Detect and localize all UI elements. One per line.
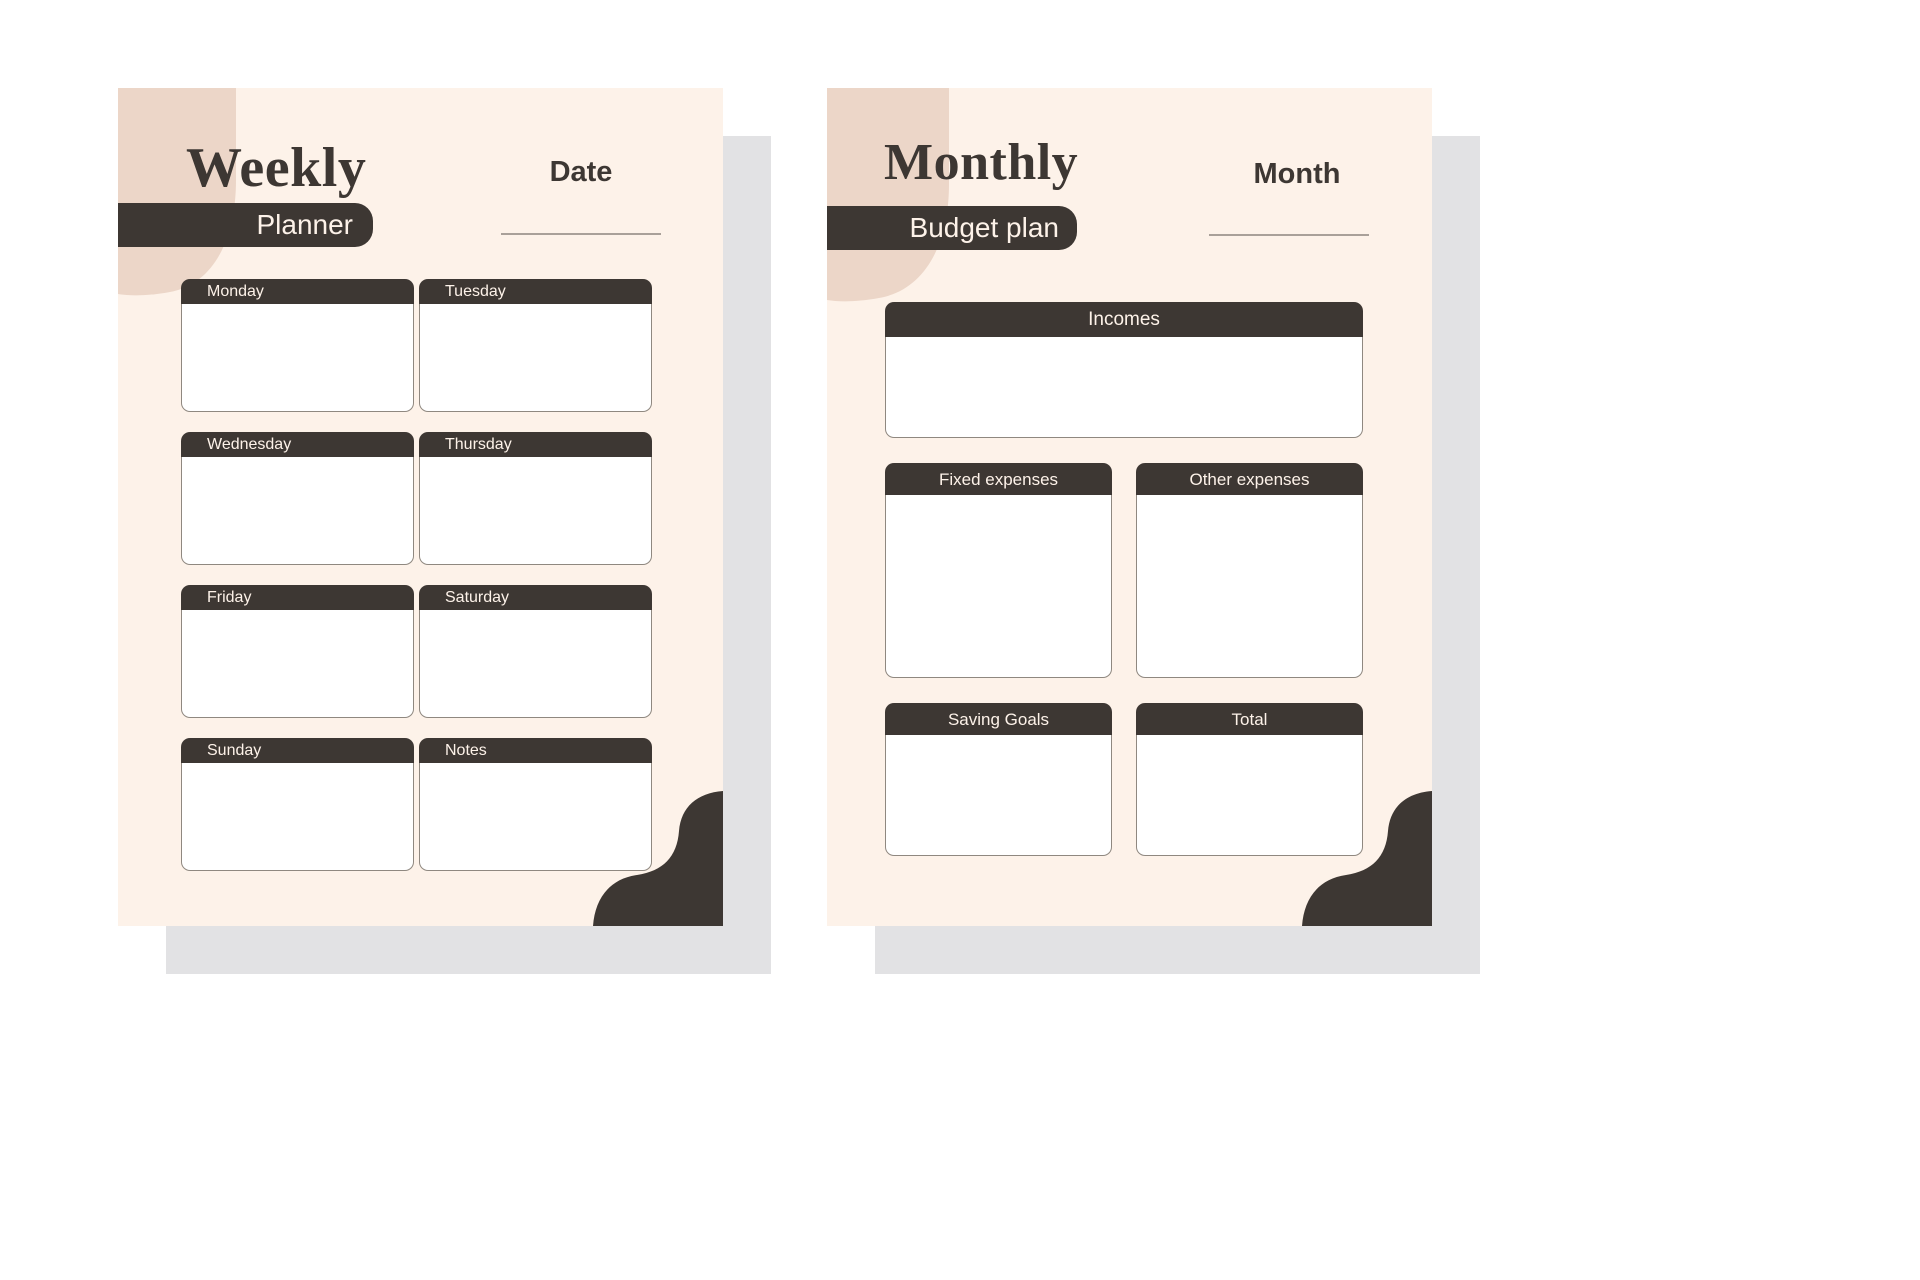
box-writing-area[interactable]	[419, 304, 652, 412]
monthly-card-surface: Monthly Budget plan Month Incomes Fixed …	[827, 88, 1432, 926]
weekly-card-surface: Weekly Planner Date Monday Tuesday Wedne…	[118, 88, 723, 926]
monthly-month-label: Month	[1253, 158, 1341, 190]
box-writing-area[interactable]	[181, 304, 414, 412]
box-writing-area[interactable]	[419, 763, 652, 871]
box-label: Fixed expenses	[938, 469, 1059, 489]
box-label: Monday	[207, 282, 264, 300]
box-writing-area[interactable]	[1136, 735, 1363, 856]
box-label: Incomes	[1088, 309, 1160, 330]
box-header: Wednesday	[181, 432, 414, 457]
planner-sheet: Weekly Planner Date Monday Tuesday Wedne…	[0, 0, 1920, 1280]
box-label: Saving Goals	[947, 709, 1050, 729]
box-tuesday[interactable]: Tuesday	[419, 279, 652, 412]
pink-blob-decoration	[827, 88, 949, 302]
box-incomes[interactable]: Incomes	[885, 302, 1363, 438]
box-saving-goals[interactable]: Saving Goals	[885, 703, 1112, 856]
box-header: Thursday	[419, 432, 652, 457]
box-label: Thursday	[445, 435, 512, 453]
monthly-month-rule	[1209, 234, 1369, 236]
box-writing-area[interactable]	[1136, 495, 1363, 678]
weekly-date-label: Date	[549, 156, 613, 188]
weekly-date-rule	[501, 233, 661, 235]
box-thursday[interactable]: Thursday	[419, 432, 652, 565]
box-writing-area[interactable]	[885, 735, 1112, 856]
box-header: Monday	[181, 279, 414, 304]
box-header: Tuesday	[419, 279, 652, 304]
box-label: Tuesday	[445, 282, 506, 300]
box-writing-area[interactable]	[181, 457, 414, 565]
weekly-planner-card: Weekly Planner Date Monday Tuesday Wedne…	[118, 88, 771, 974]
box-header: Fixed expenses	[885, 463, 1112, 495]
weekly-subtitle: Planner	[256, 209, 353, 240]
box-friday[interactable]: Friday	[181, 585, 414, 718]
box-header: Friday	[181, 585, 414, 610]
box-label: Sunday	[207, 741, 262, 759]
monthly-subtitle: Budget plan	[909, 212, 1059, 243]
box-sunday[interactable]: Sunday	[181, 738, 414, 871]
box-writing-area[interactable]	[885, 337, 1363, 438]
monthly-subtitle-ribbon: Budget plan	[827, 206, 1077, 250]
box-label: Other expenses	[1189, 469, 1310, 489]
box-writing-area[interactable]	[181, 763, 414, 871]
box-writing-area[interactable]	[885, 495, 1112, 678]
box-header: Other expenses	[1136, 463, 1363, 495]
box-fixed-expenses[interactable]: Fixed expenses	[885, 463, 1112, 678]
box-header: Notes	[419, 738, 652, 763]
monthly-title: Monthly	[884, 134, 1079, 191]
box-label: Saturday	[445, 588, 510, 606]
box-header: Incomes	[885, 302, 1363, 337]
box-header: Total	[1136, 703, 1363, 735]
weekly-title: Weekly	[186, 137, 367, 199]
box-header: Saving Goals	[885, 703, 1112, 735]
weekly-subtitle-ribbon: Planner	[118, 203, 373, 247]
box-writing-area[interactable]	[181, 610, 414, 718]
box-wednesday[interactable]: Wednesday	[181, 432, 414, 565]
box-monday[interactable]: Monday	[181, 279, 414, 412]
box-writing-area[interactable]	[419, 610, 652, 718]
box-header: Saturday	[419, 585, 652, 610]
box-label: Friday	[207, 588, 252, 606]
box-writing-area[interactable]	[419, 457, 652, 565]
box-notes[interactable]: Notes	[419, 738, 652, 871]
monthly-budget-card: Monthly Budget plan Month Incomes Fixed …	[827, 88, 1480, 974]
box-total[interactable]: Total	[1136, 703, 1363, 856]
box-label: Wednesday	[207, 435, 292, 453]
box-header: Sunday	[181, 738, 414, 763]
box-saturday[interactable]: Saturday	[419, 585, 652, 718]
box-label: Total	[1231, 709, 1268, 729]
box-label: Notes	[445, 741, 487, 759]
box-other-expenses[interactable]: Other expenses	[1136, 463, 1363, 678]
